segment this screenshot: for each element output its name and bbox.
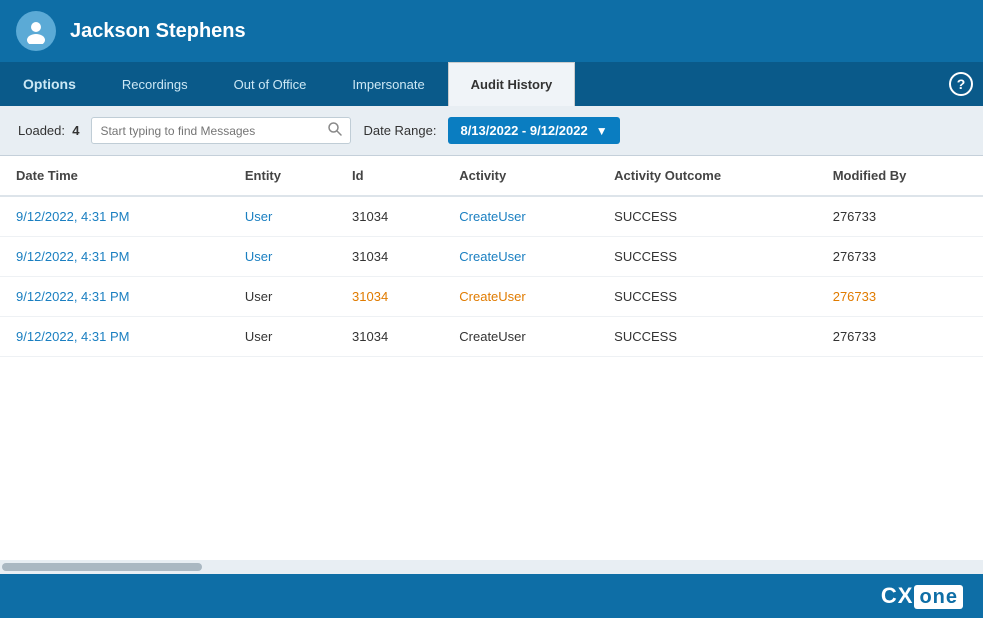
date-range-value: 8/13/2022 - 9/12/2022 xyxy=(460,123,587,138)
table-row: 9/12/2022, 4:31 PMUser31034CreateUserSUC… xyxy=(0,237,983,277)
cell-activity-outcome: SUCCESS xyxy=(598,196,817,237)
cell-entity[interactable]: User xyxy=(229,237,336,277)
filter-bar: Loaded: 4 Date Range: 8/13/2022 - 9/12/2… xyxy=(0,106,983,156)
col-entity: Entity xyxy=(229,156,336,196)
scroll-thumb[interactable] xyxy=(2,563,202,571)
table-header-row: Date Time Entity Id Activity Activity Ou… xyxy=(0,156,983,196)
cell-modified-by: 276733 xyxy=(817,237,983,277)
cell-entity: User xyxy=(229,317,336,357)
cell-id[interactable]: 31034 xyxy=(336,277,443,317)
avatar xyxy=(16,11,56,51)
tab-impersonate[interactable]: Impersonate xyxy=(329,62,447,106)
main-content: Loaded: 4 Date Range: 8/13/2022 - 9/12/2… xyxy=(0,106,983,574)
cell-datetime[interactable]: 9/12/2022, 4:31 PM xyxy=(0,277,229,317)
logo-one: one xyxy=(914,585,963,609)
help-button[interactable]: ? xyxy=(939,62,983,106)
nav-bar: Options Recordings Out of Office Imperso… xyxy=(0,62,983,106)
cell-entity[interactable]: User xyxy=(229,196,336,237)
cell-modified-by[interactable]: 276733 xyxy=(817,277,983,317)
date-range-button[interactable]: 8/13/2022 - 9/12/2022 ▼ xyxy=(448,117,619,144)
cell-activity[interactable]: CreateUser xyxy=(443,277,598,317)
tab-recordings[interactable]: Recordings xyxy=(99,62,211,106)
col-datetime: Date Time xyxy=(0,156,229,196)
logo-cx: CX xyxy=(881,583,914,608)
table-row: 9/12/2022, 4:31 PMUser31034CreateUserSUC… xyxy=(0,277,983,317)
search-container xyxy=(91,117,351,144)
search-icon xyxy=(328,122,342,139)
col-activity-outcome: Activity Outcome xyxy=(598,156,817,196)
tab-audit-history[interactable]: Audit History xyxy=(448,62,576,106)
table-container[interactable]: Date Time Entity Id Activity Activity Ou… xyxy=(0,156,983,560)
table-row: 9/12/2022, 4:31 PMUser31034CreateUserSUC… xyxy=(0,317,983,357)
cxone-logo: CXone xyxy=(881,583,963,609)
app-frame: Jackson Stephens Options Recordings Out … xyxy=(0,0,983,618)
cell-id: 31034 xyxy=(336,196,443,237)
cell-datetime[interactable]: 9/12/2022, 4:31 PM xyxy=(0,317,229,357)
cell-activity-outcome: SUCCESS xyxy=(598,277,817,317)
cell-id: 31034 xyxy=(336,237,443,277)
top-header: Jackson Stephens xyxy=(0,0,983,62)
col-modified-by: Modified By xyxy=(817,156,983,196)
chevron-down-icon: ▼ xyxy=(596,124,608,138)
cell-modified-by: 276733 xyxy=(817,317,983,357)
cell-datetime[interactable]: 9/12/2022, 4:31 PM xyxy=(0,196,229,237)
audit-table: Date Time Entity Id Activity Activity Ou… xyxy=(0,156,983,357)
user-name: Jackson Stephens xyxy=(70,20,246,43)
cell-modified-by: 276733 xyxy=(817,196,983,237)
horizontal-scrollbar[interactable] xyxy=(0,560,983,574)
cell-activity[interactable]: CreateUser xyxy=(443,196,598,237)
cell-id: 31034 xyxy=(336,317,443,357)
tab-options[interactable]: Options xyxy=(0,62,99,106)
loaded-count: 4 xyxy=(72,123,79,138)
tab-out-of-office[interactable]: Out of Office xyxy=(211,62,330,106)
date-range-label: Date Range: xyxy=(363,123,436,138)
table-row: 9/12/2022, 4:31 PMUser31034CreateUserSUC… xyxy=(0,196,983,237)
search-input[interactable] xyxy=(100,124,322,138)
cell-activity[interactable]: CreateUser xyxy=(443,237,598,277)
loaded-label: Loaded: 4 xyxy=(18,123,79,138)
col-activity: Activity xyxy=(443,156,598,196)
cell-entity: User xyxy=(229,277,336,317)
cell-activity-outcome: SUCCESS xyxy=(598,237,817,277)
footer: CXone xyxy=(0,574,983,618)
cell-datetime[interactable]: 9/12/2022, 4:31 PM xyxy=(0,237,229,277)
cell-activity-outcome: SUCCESS xyxy=(598,317,817,357)
help-icon: ? xyxy=(949,72,973,96)
col-id: Id xyxy=(336,156,443,196)
cell-activity: CreateUser xyxy=(443,317,598,357)
